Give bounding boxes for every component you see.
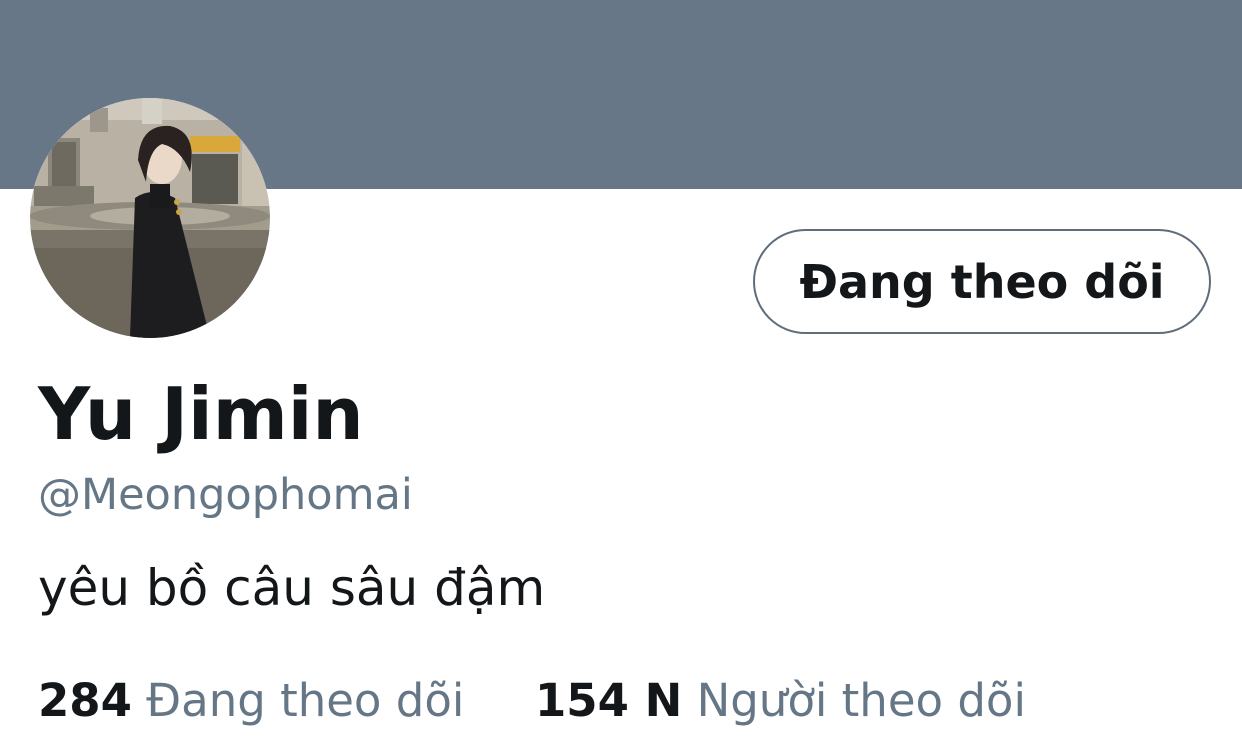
followers-count: 154 N (535, 674, 683, 727)
following-count: 284 (38, 674, 132, 727)
following-label: Đang theo dõi (146, 674, 465, 727)
username-handle: @Meongophomai (38, 470, 413, 520)
followers-label: Người theo dõi (696, 674, 1026, 727)
following-stat-link[interactable]: 284 Đang theo dõi (38, 678, 464, 723)
followers-stat-link[interactable]: 154 N Người theo dõi (535, 678, 1026, 723)
display-name: Yu Jimin (38, 372, 364, 456)
profile-page: Đang theo dõi Yu Jimin @Meongophomai yêu… (0, 0, 1242, 747)
following-button[interactable]: Đang theo dõi (753, 229, 1211, 334)
avatar-photo (30, 98, 270, 338)
profile-bio: yêu bồ câu sâu đậm (38, 559, 546, 617)
avatar[interactable] (30, 98, 270, 338)
